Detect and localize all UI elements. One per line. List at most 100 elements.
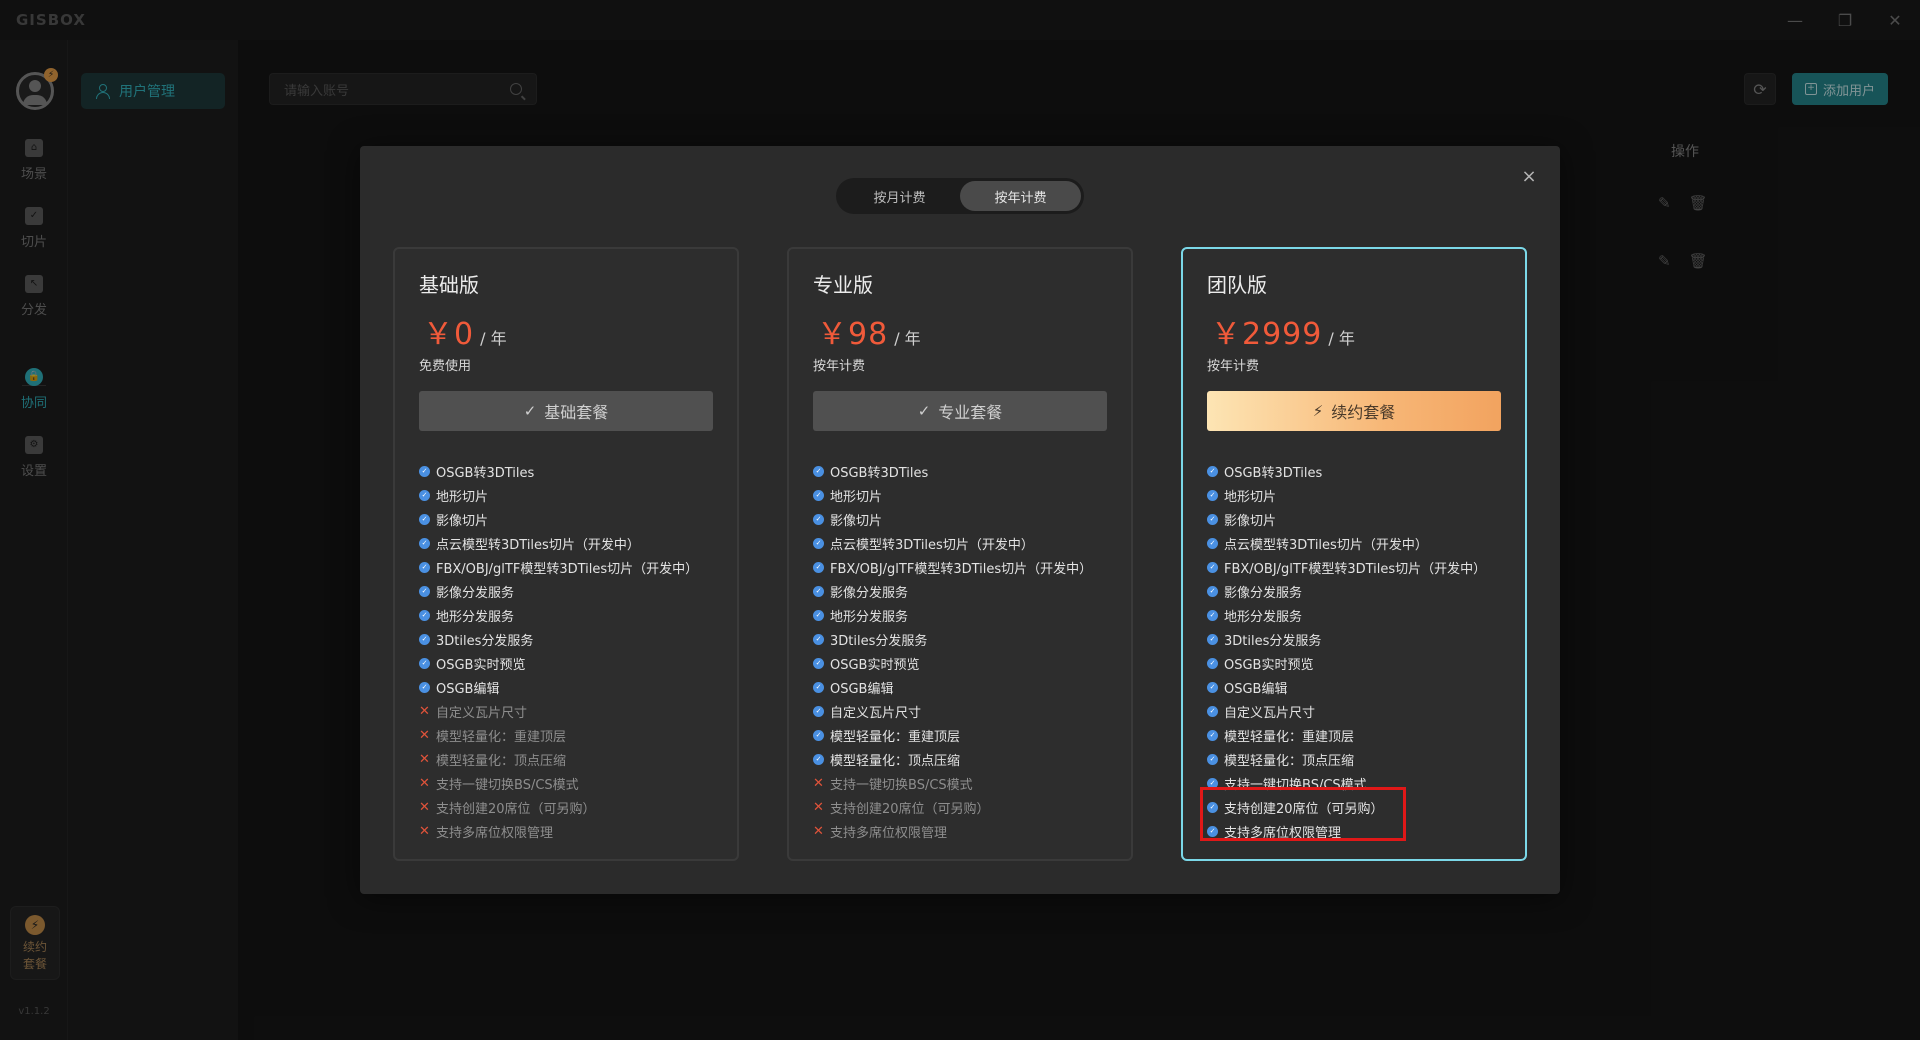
basic-plan-button[interactable]: ✓ 基础套餐 [419, 391, 713, 431]
feature-label: OSGB转3DTiles [436, 465, 535, 481]
toggle-yearly[interactable]: 按年计费 [960, 181, 1081, 211]
feature-label: 影像切片 [436, 513, 489, 529]
check-icon: ✓ [1207, 465, 1218, 477]
toggle-monthly[interactable]: 按月计费 [839, 181, 960, 211]
pro-plan-button[interactable]: ✓ 专业套餐 [813, 391, 1107, 431]
check-icon: ✓ [813, 609, 824, 621]
check-icon: ✓ [1207, 657, 1218, 669]
feature-label: 模型轻量化：顶点压缩 [830, 753, 961, 769]
check-icon: ✓ [419, 513, 430, 525]
plan-price: ￥ 98 / 年 [817, 309, 921, 353]
check-icon: ✓ [813, 585, 824, 597]
feature-label: 影像分发服务 [436, 585, 515, 601]
feature-label: 模型轻量化：顶点压缩 [1224, 753, 1355, 769]
renew-plan-button[interactable]: ⚡ 续约套餐 [1207, 391, 1501, 431]
feature-item: ✓ FBX/OBJ/glTF模型转3DTiles切片（开发中） [813, 555, 1092, 579]
feature-item: ✕ 支持一键切换BS/CS模式 [813, 771, 1092, 795]
feature-item: ✓ 点云模型转3DTiles切片（开发中） [419, 531, 698, 555]
feature-label: 影像分发服务 [1224, 585, 1303, 601]
feature-item: ✓ 模型轻量化：顶点压缩 [813, 747, 1092, 771]
feature-label: FBX/OBJ/glTF模型转3DTiles切片（开发中） [436, 561, 699, 577]
feature-list: ✓ OSGB转3DTiles ✓ 地形切片 ✓ 影像切片 ✓ 点云模型转3DTiles切片（开… [419, 459, 698, 843]
feature-label: 3Dtiles分发服务 [1224, 633, 1322, 649]
check-icon: ✓ [813, 681, 824, 693]
feature-label: OSGB实时预览 [436, 657, 526, 673]
check-icon: ✓ [813, 465, 824, 477]
check-icon: ✓ [419, 633, 430, 645]
price-currency: ￥ [1211, 317, 1242, 352]
check-icon: ✓ [419, 657, 430, 669]
plan-name: 团队版 [1207, 273, 1267, 297]
feature-item: ✓ 影像切片 [1207, 507, 1486, 531]
plan-subtitle: 免费使用 [419, 359, 472, 374]
annotation-highlight-box [1200, 787, 1406, 841]
feature-label: 支持一键切换BS/CS模式 [436, 777, 579, 793]
pricing-modal: × 按月计费 按年计费 基础版 ￥ 0 / 年 免费使用 ✓ 基础套餐 ✓ OSG… [360, 146, 1560, 894]
feature-label: FBX/OBJ/glTF模型转3DTiles切片（开发中） [1224, 561, 1487, 577]
check-icon: ✓ [1207, 681, 1218, 693]
check-icon: ✓ [813, 489, 824, 501]
check-icon: ✓ [1207, 609, 1218, 621]
cross-icon: ✕ [813, 775, 824, 791]
plan-subtitle: 按年计费 [813, 359, 866, 374]
feature-label: 模型轻量化：重建顶层 [436, 729, 567, 745]
feature-label: 影像切片 [830, 513, 883, 529]
lightning-icon: ⚡ [1312, 402, 1324, 420]
price-value: 0 [454, 317, 475, 352]
feature-label: 3Dtiles分发服务 [830, 633, 928, 649]
feature-item: ✓ OSGB转3DTiles [1207, 459, 1486, 483]
price-value: 2999 [1242, 317, 1323, 352]
check-icon: ✓ [813, 633, 824, 645]
check-icon: ✓ [419, 537, 430, 549]
feature-item: ✓ OSGB编辑 [1207, 675, 1486, 699]
cross-icon: ✕ [419, 823, 430, 839]
check-icon: ✓ [1207, 561, 1218, 573]
feature-item: ✓ 影像切片 [813, 507, 1092, 531]
check-icon: ✓ [813, 657, 824, 669]
feature-label: 影像分发服务 [830, 585, 909, 601]
plan-price: ￥ 2999 / 年 [1211, 309, 1355, 353]
feature-label: 模型轻量化：顶点压缩 [436, 753, 567, 769]
price-currency: ￥ [423, 317, 454, 352]
feature-item: ✓ 模型轻量化：顶点压缩 [1207, 747, 1486, 771]
feature-label: OSGB实时预览 [830, 657, 920, 673]
check-icon: ✓ [419, 465, 430, 477]
billing-toggle: 按月计费 按年计费 [836, 178, 1084, 214]
feature-item: ✓ OSGB实时预览 [1207, 651, 1486, 675]
feature-label: 地形切片 [436, 489, 489, 505]
feature-item: ✓ OSGB转3DTiles [813, 459, 1092, 483]
feature-label: 支持多席位权限管理 [436, 825, 554, 841]
feature-item: ✓ 地形切片 [1207, 483, 1486, 507]
feature-label: 地形分发服务 [830, 609, 909, 625]
check-icon: ✓ [1207, 537, 1218, 549]
feature-label: 影像切片 [1224, 513, 1277, 529]
feature-label: 模型轻量化：重建顶层 [830, 729, 961, 745]
feature-item: ✓ FBX/OBJ/glTF模型转3DTiles切片（开发中） [419, 555, 698, 579]
feature-label: 地形切片 [830, 489, 883, 505]
cross-icon: ✕ [419, 775, 430, 791]
feature-item: ✓ OSGB实时预览 [813, 651, 1092, 675]
feature-label: 地形分发服务 [1224, 609, 1303, 625]
feature-label: 自定义瓦片尺寸 [1224, 705, 1316, 721]
feature-item: ✓ 3Dtiles分发服务 [813, 627, 1092, 651]
feature-label: OSGB编辑 [830, 681, 894, 697]
check-icon: ✓ [813, 513, 824, 525]
feature-label: 支持多席位权限管理 [830, 825, 948, 841]
plan-name: 基础版 [419, 273, 479, 297]
feature-label: 点云模型转3DTiles切片（开发中） [830, 537, 1034, 553]
cross-icon: ✕ [419, 799, 430, 815]
feature-item: ✓ 影像切片 [419, 507, 698, 531]
check-icon: ✓ [419, 681, 430, 693]
feature-label: 自定义瓦片尺寸 [436, 705, 528, 721]
check-icon: ✓ [419, 609, 430, 621]
close-icon[interactable]: × [1520, 168, 1538, 186]
check-icon: ✓ [813, 537, 824, 549]
feature-item: ✓ 自定义瓦片尺寸 [1207, 699, 1486, 723]
feature-label: OSGB转3DTiles [1224, 465, 1323, 481]
feature-item: ✓ 地形切片 [813, 483, 1092, 507]
feature-item: ✓ 地形分发服务 [1207, 603, 1486, 627]
feature-label: 点云模型转3DTiles切片（开发中） [436, 537, 640, 553]
feature-item: ✕ 自定义瓦片尺寸 [419, 699, 698, 723]
feature-item: ✕ 支持多席位权限管理 [813, 819, 1092, 843]
cross-icon: ✕ [419, 751, 430, 767]
